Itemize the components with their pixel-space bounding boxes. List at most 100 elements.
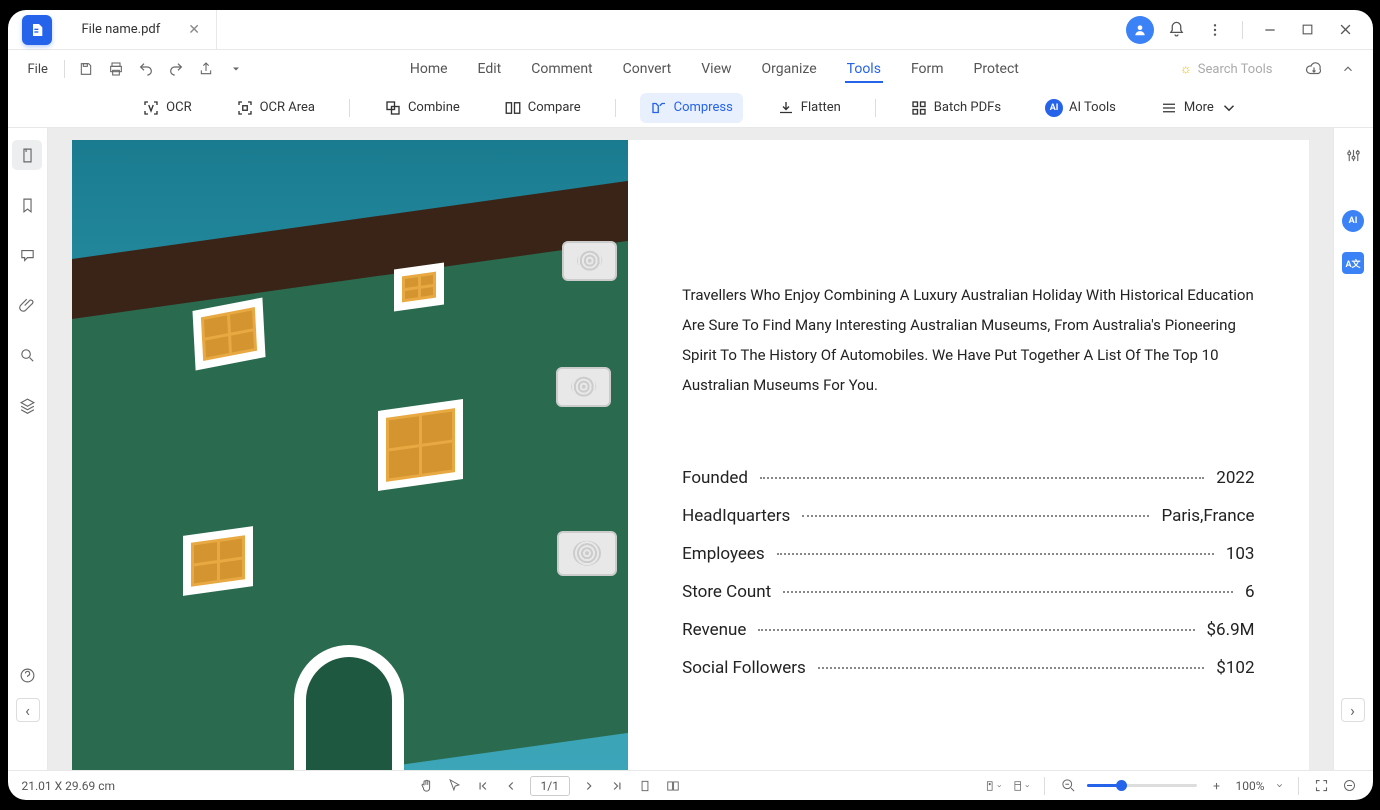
single-page-icon[interactable] bbox=[636, 777, 654, 795]
stat-label: Founded bbox=[682, 468, 760, 488]
thumbnails-icon[interactable] bbox=[12, 140, 42, 170]
stat-value: 103 bbox=[1214, 544, 1255, 564]
stat-label: Employees bbox=[682, 544, 777, 564]
ai-tools-button[interactable]: AI AI Tools bbox=[1035, 93, 1126, 123]
dropdown-icon[interactable] bbox=[223, 56, 249, 82]
select-tool-icon[interactable] bbox=[446, 777, 464, 795]
share-icon[interactable] bbox=[193, 56, 219, 82]
next-page-icon[interactable] bbox=[580, 777, 598, 795]
stat-value: $102 bbox=[1204, 658, 1254, 678]
stat-value: $6.9M bbox=[1195, 620, 1255, 640]
hand-tool-icon[interactable] bbox=[418, 777, 436, 795]
print-icon[interactable] bbox=[103, 56, 129, 82]
save-icon[interactable] bbox=[73, 56, 99, 82]
collapse-right-icon[interactable]: › bbox=[1341, 698, 1365, 722]
menubar: File Home Edit Comment Convert View Organize T… bbox=[8, 50, 1373, 88]
menu-organize[interactable]: Organize bbox=[760, 55, 819, 83]
menu-edit[interactable]: Edit bbox=[476, 55, 504, 83]
stat-row: Employees 103 bbox=[682, 544, 1254, 564]
attachment-icon[interactable] bbox=[12, 290, 42, 320]
close-window-icon[interactable] bbox=[1331, 15, 1361, 45]
compress-button[interactable]: Compress bbox=[640, 93, 743, 123]
last-page-icon[interactable] bbox=[608, 777, 626, 795]
maximize-icon[interactable] bbox=[1293, 15, 1323, 45]
search-icon[interactable] bbox=[12, 340, 42, 370]
ocr-button[interactable]: OCR bbox=[132, 93, 201, 123]
stat-value: 6 bbox=[1233, 582, 1255, 602]
compare-button[interactable]: Compare bbox=[494, 93, 591, 123]
page-image bbox=[72, 140, 629, 770]
undo-icon[interactable] bbox=[133, 56, 159, 82]
ai-icon: AI bbox=[1045, 99, 1063, 117]
chevron-down-icon[interactable] bbox=[1275, 781, 1284, 790]
settings-icon[interactable] bbox=[1338, 140, 1368, 170]
view-mode-icon[interactable] bbox=[1012, 777, 1030, 795]
stat-value: 2022 bbox=[1204, 468, 1254, 488]
ai-sidebar-icon[interactable]: AI bbox=[1342, 210, 1364, 232]
bell-icon[interactable] bbox=[1162, 15, 1192, 45]
stat-label: Revenue bbox=[682, 620, 758, 640]
ocr-area-button[interactable]: OCR Area bbox=[226, 93, 325, 123]
stat-row: Revenue $6.9M bbox=[682, 620, 1254, 640]
search-placeholder: Search Tools bbox=[1198, 62, 1273, 77]
chevron-down-icon bbox=[1220, 99, 1238, 117]
page-number-input[interactable]: 1/1 bbox=[530, 776, 570, 796]
prev-page-icon[interactable] bbox=[502, 777, 520, 795]
comment-icon[interactable] bbox=[12, 240, 42, 270]
combine-button[interactable]: Combine bbox=[374, 93, 470, 123]
menu-view[interactable]: View bbox=[699, 55, 733, 83]
titlebar: File name.pdf ✕ bbox=[8, 10, 1373, 50]
page: Travellers Who Enjoy Combining A Luxury … bbox=[72, 140, 1309, 770]
search-tools[interactable]: ☼ Search Tools bbox=[1180, 61, 1273, 77]
zoom-slider[interactable] bbox=[1087, 784, 1197, 787]
more-button[interactable]: More bbox=[1150, 93, 1248, 123]
more-menu-icon[interactable] bbox=[1200, 15, 1230, 45]
fit-icon[interactable] bbox=[1341, 777, 1359, 795]
bookmark-icon[interactable] bbox=[12, 190, 42, 220]
stat-label: Store Count bbox=[682, 582, 783, 602]
scroll-mode-icon[interactable] bbox=[984, 777, 1002, 795]
stat-label: HeadIquarters bbox=[682, 506, 802, 526]
bulb-icon: ☼ bbox=[1180, 61, 1192, 77]
page-dimensions: 21.01 X 29.69 cm bbox=[22, 779, 116, 793]
stat-row: Store Count 6 bbox=[682, 582, 1254, 602]
help-icon[interactable] bbox=[12, 660, 42, 690]
fullscreen-icon[interactable] bbox=[1313, 777, 1331, 795]
collapse-ribbon-icon[interactable] bbox=[1335, 56, 1361, 82]
right-sidebar: AI A文 › bbox=[1333, 128, 1373, 770]
cloud-icon[interactable] bbox=[1301, 56, 1327, 82]
body-paragraph: Travellers Who Enjoy Combining A Luxury … bbox=[682, 280, 1254, 400]
left-sidebar: ‹ bbox=[8, 128, 48, 770]
layers-icon[interactable] bbox=[12, 390, 42, 420]
batch-pdfs-button[interactable]: Batch PDFs bbox=[900, 93, 1011, 123]
two-page-icon[interactable] bbox=[664, 777, 682, 795]
minimize-icon[interactable] bbox=[1255, 15, 1285, 45]
translate-icon[interactable]: A文 bbox=[1342, 252, 1364, 274]
stat-value: Paris,France bbox=[1149, 506, 1254, 526]
redo-icon[interactable] bbox=[163, 56, 189, 82]
collapse-left-icon[interactable]: ‹ bbox=[16, 698, 40, 722]
flatten-button[interactable]: Flatten bbox=[767, 93, 851, 123]
user-avatar-icon[interactable] bbox=[1126, 16, 1154, 44]
stat-row: Founded 2022 bbox=[682, 468, 1254, 488]
tab-filename: File name.pdf bbox=[82, 22, 161, 37]
zoom-out-icon[interactable] bbox=[1059, 777, 1077, 795]
zoom-in-icon[interactable]: + bbox=[1207, 777, 1225, 795]
close-icon[interactable]: ✕ bbox=[188, 22, 200, 38]
stat-row: HeadIquarters Paris,France bbox=[682, 506, 1254, 526]
menu-form[interactable]: Form bbox=[909, 55, 946, 83]
file-menu[interactable]: File bbox=[20, 58, 56, 81]
menu-home[interactable]: Home bbox=[408, 55, 450, 83]
statusbar: 21.01 X 29.69 cm 1/1 + 100% bbox=[8, 770, 1373, 800]
document-tab[interactable]: File name.pdf ✕ bbox=[64, 10, 217, 50]
menu-protect[interactable]: Protect bbox=[972, 55, 1021, 83]
menu-tools[interactable]: Tools bbox=[845, 55, 883, 83]
first-page-icon[interactable] bbox=[474, 777, 492, 795]
stat-label: Social Followers bbox=[682, 658, 818, 678]
app-logo bbox=[22, 15, 52, 45]
document-viewport[interactable]: Travellers Who Enjoy Combining A Luxury … bbox=[48, 128, 1333, 770]
tools-toolbar: OCR OCR Area Combine Compare Compress Fl… bbox=[8, 88, 1373, 128]
menu-comment[interactable]: Comment bbox=[529, 55, 594, 83]
stat-row: Social Followers $102 bbox=[682, 658, 1254, 678]
menu-convert[interactable]: Convert bbox=[621, 55, 674, 83]
